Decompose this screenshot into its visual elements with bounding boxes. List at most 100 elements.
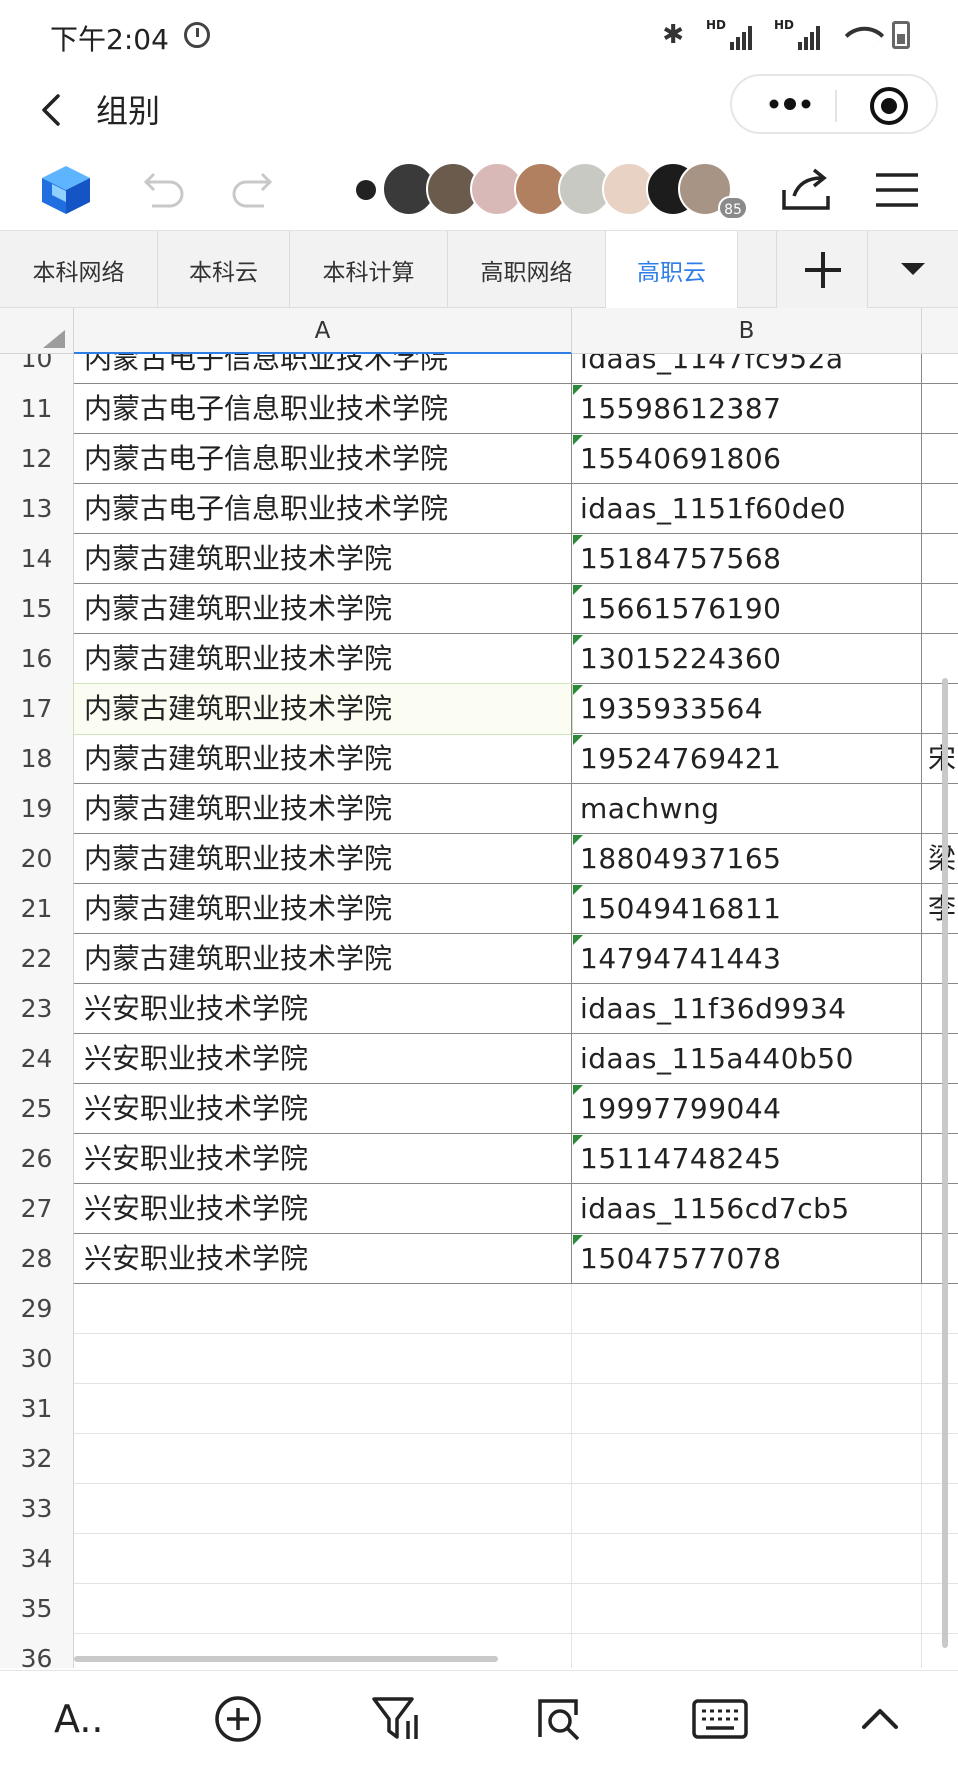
- cell-c[interactable]: [922, 1584, 958, 1634]
- cell-b[interactable]: [572, 1634, 922, 1668]
- cell-b[interactable]: idaas_1156cd7cb5: [572, 1184, 922, 1234]
- row-number[interactable]: 28: [0, 1234, 74, 1284]
- keyboard-icon[interactable]: [690, 1691, 750, 1747]
- cell-c[interactable]: [922, 1484, 958, 1534]
- cell-a[interactable]: 兴安职业技术学院: [74, 1034, 572, 1084]
- row-number[interactable]: 22: [0, 934, 74, 984]
- menu-icon[interactable]: [874, 170, 920, 210]
- cell-c[interactable]: [922, 784, 958, 834]
- cell-c[interactable]: [922, 584, 958, 634]
- cell-c[interactable]: 梁: [922, 834, 958, 884]
- spreadsheet-grid[interactable]: 10 内蒙古电子信息职业技术学院 idaas_1147fc952a 11 内蒙古电子信息…: [0, 308, 958, 1668]
- cell-b[interactable]: 1935933564: [572, 684, 922, 734]
- cell-c[interactable]: [922, 1034, 958, 1084]
- cell-c[interactable]: [922, 984, 958, 1034]
- cell-b[interactable]: [572, 1434, 922, 1484]
- vertical-scrollbar[interactable]: [942, 678, 948, 1648]
- cell-b[interactable]: 15661576190: [572, 584, 922, 634]
- cell-b[interactable]: 19524769421: [572, 734, 922, 784]
- cell-c[interactable]: 宋: [922, 734, 958, 784]
- cell-a[interactable]: 内蒙古建筑职业技术学院: [74, 934, 572, 984]
- row-number[interactable]: 25: [0, 1084, 74, 1134]
- tab-sheet-3[interactable]: 本科计算: [290, 231, 448, 308]
- cell-b[interactable]: 14794741443: [572, 934, 922, 984]
- row-number[interactable]: 36: [0, 1634, 74, 1668]
- cell-a[interactable]: 内蒙古建筑职业技术学院: [74, 734, 572, 784]
- select-all-corner[interactable]: [0, 308, 74, 354]
- tab-sheet-2[interactable]: 本科云: [158, 231, 290, 308]
- cell-b[interactable]: 19997799044: [572, 1084, 922, 1134]
- cell-a[interactable]: 内蒙古电子信息职业技术学院: [74, 434, 572, 484]
- row-number[interactable]: 35: [0, 1584, 74, 1634]
- cell-a[interactable]: [74, 1434, 572, 1484]
- row-number[interactable]: 29: [0, 1284, 74, 1334]
- cell-c[interactable]: [922, 1084, 958, 1134]
- cell-c[interactable]: [922, 1634, 958, 1668]
- cell-a[interactable]: 内蒙古建筑职业技术学院: [74, 634, 572, 684]
- column-header-b[interactable]: B: [572, 308, 922, 354]
- cell-c[interactable]: [922, 384, 958, 434]
- cell-b[interactable]: 18804937165: [572, 834, 922, 884]
- cell-c[interactable]: [922, 1434, 958, 1484]
- cell-a[interactable]: 内蒙古电子信息职业技术学院: [74, 384, 572, 434]
- cell-c[interactable]: [922, 1134, 958, 1184]
- undo-icon[interactable]: [136, 168, 188, 212]
- row-number[interactable]: 18: [0, 734, 74, 784]
- row-number[interactable]: 26: [0, 1134, 74, 1184]
- cell-a[interactable]: [74, 1484, 572, 1534]
- cell-c[interactable]: [922, 684, 958, 734]
- row-number[interactable]: 23: [0, 984, 74, 1034]
- close-miniprogram-icon[interactable]: [870, 87, 908, 125]
- column-header-c[interactable]: [922, 308, 958, 354]
- row-number[interactable]: 27: [0, 1184, 74, 1234]
- row-number[interactable]: 12: [0, 434, 74, 484]
- cell-b[interactable]: [572, 1384, 922, 1434]
- cell-a[interactable]: 兴安职业技术学院: [74, 1134, 572, 1184]
- cell-a[interactable]: 兴安职业技术学院: [74, 1084, 572, 1134]
- cell-b[interactable]: 15114748245: [572, 1134, 922, 1184]
- cell-a[interactable]: [74, 1284, 572, 1334]
- cell-a[interactable]: [74, 1384, 572, 1434]
- find-icon[interactable]: [530, 1691, 590, 1747]
- cell-b[interactable]: idaas_115a440b50: [572, 1034, 922, 1084]
- cell-b[interactable]: 15540691806: [572, 434, 922, 484]
- cell-b[interactable]: [572, 1584, 922, 1634]
- row-number[interactable]: 30: [0, 1334, 74, 1384]
- cell-c[interactable]: [922, 1234, 958, 1284]
- text-format-icon[interactable]: A..: [54, 1691, 114, 1747]
- cell-b[interactable]: 15598612387: [572, 384, 922, 434]
- cell-b[interactable]: [572, 1484, 922, 1534]
- cell-b[interactable]: [572, 1334, 922, 1384]
- row-number[interactable]: 31: [0, 1384, 74, 1434]
- tab-sheet-4[interactable]: 高职网络: [448, 231, 606, 308]
- row-number[interactable]: 11: [0, 384, 74, 434]
- row-number[interactable]: 20: [0, 834, 74, 884]
- row-number[interactable]: 16: [0, 634, 74, 684]
- cell-c[interactable]: [922, 634, 958, 684]
- filter-icon[interactable]: [368, 1691, 428, 1747]
- row-number[interactable]: 19: [0, 784, 74, 834]
- row-number[interactable]: 32: [0, 1434, 74, 1484]
- cell-a[interactable]: 兴安职业技术学院: [74, 984, 572, 1034]
- cell-c[interactable]: 李: [922, 884, 958, 934]
- cell-a[interactable]: [74, 1534, 572, 1584]
- cell-a[interactable]: 内蒙古建筑职业技术学院: [74, 834, 572, 884]
- cell-a[interactable]: 内蒙古电子信息职业技术学院: [74, 484, 572, 534]
- cell-c[interactable]: [922, 1534, 958, 1584]
- more-icon[interactable]: [760, 86, 820, 122]
- cell-a[interactable]: 内蒙古建筑职业技术学院: [74, 584, 572, 634]
- cell-a[interactable]: 内蒙古建筑职业技术学院: [74, 784, 572, 834]
- column-header-a[interactable]: A: [74, 308, 572, 354]
- row-number[interactable]: 34: [0, 1534, 74, 1584]
- cell-b[interactable]: idaas_11f36d9934: [572, 984, 922, 1034]
- cell-a[interactable]: 内蒙古建筑职业技术学院: [74, 534, 572, 584]
- cell-a[interactable]: [74, 1584, 572, 1634]
- cell-a[interactable]: [74, 1634, 572, 1668]
- cell-b[interactable]: 15184757568: [572, 534, 922, 584]
- cell-c[interactable]: [922, 934, 958, 984]
- cell-a[interactable]: [74, 1334, 572, 1384]
- insert-icon[interactable]: [208, 1691, 268, 1747]
- row-number[interactable]: 24: [0, 1034, 74, 1084]
- row-number[interactable]: 17: [0, 684, 74, 734]
- cell-c[interactable]: [922, 1184, 958, 1234]
